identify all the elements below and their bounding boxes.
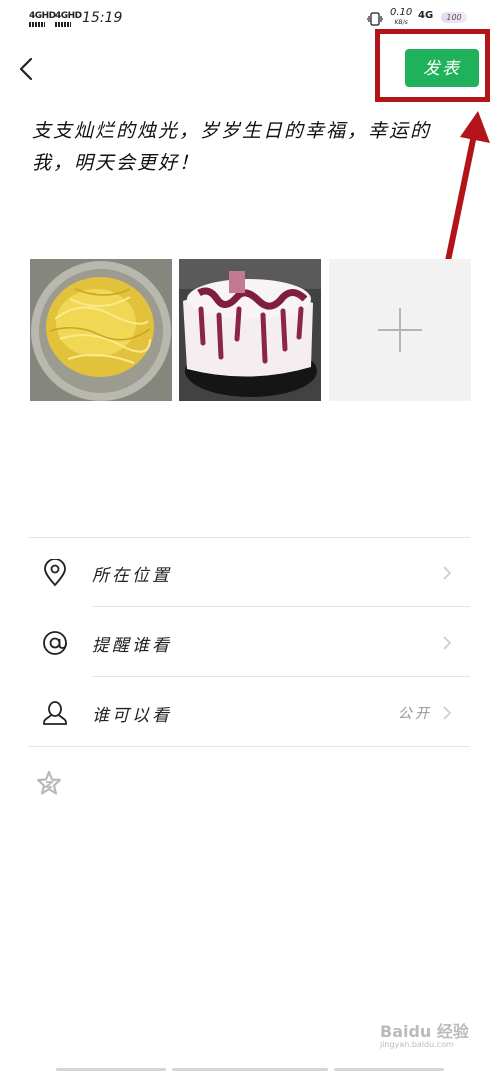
at-sign-icon xyxy=(43,631,67,655)
option-label: 所在位置 xyxy=(92,566,172,586)
signal-label: 4GHD xyxy=(29,11,56,21)
cake-image xyxy=(179,259,321,401)
watermark-url: jingyan.baidu.com xyxy=(380,1040,454,1049)
chevron-right-icon xyxy=(443,636,452,650)
speed-value: 0.10 xyxy=(390,7,413,18)
post-text[interactable]: 支支灿烂的烛光，岁岁生日的幸福，幸运的我，明天会更好！ xyxy=(32,115,452,179)
signal-sim2: 4GHD xyxy=(55,11,82,27)
add-photo-button[interactable] xyxy=(329,259,471,401)
chevron-left-icon[interactable] xyxy=(14,56,40,82)
option-label: 提醒谁看 xyxy=(92,636,172,656)
star-icon[interactable] xyxy=(36,770,62,796)
person-icon xyxy=(43,701,67,725)
option-remind[interactable]: 提醒谁看 xyxy=(30,607,470,677)
option-value: 公开 xyxy=(398,706,432,722)
watermark-brand: Baidu 经验 xyxy=(380,1022,469,1041)
gesture-bar xyxy=(56,1068,444,1072)
status-time: 15:19 xyxy=(82,10,123,26)
signal-sim1: 4GHD xyxy=(29,11,56,27)
option-location[interactable]: 所在位置 xyxy=(30,537,470,607)
plus-icon-vertical xyxy=(399,308,401,352)
option-visibility[interactable]: 谁可以看 公开 xyxy=(30,677,470,747)
battery-indicator: 100 xyxy=(441,12,467,23)
noodles-image xyxy=(30,259,172,401)
signal-label: 4GHD xyxy=(55,11,82,21)
watermark: Baidu 经验 jingyan.baidu.com xyxy=(380,1018,469,1049)
chevron-right-icon xyxy=(443,566,452,580)
option-label: 谁可以看 xyxy=(92,706,172,726)
network-type: 4G xyxy=(418,10,434,21)
photo-cake[interactable] xyxy=(179,259,321,401)
publish-button[interactable]: 发表 xyxy=(405,49,479,87)
chevron-right-icon xyxy=(443,706,452,720)
network-speed: 0.10 KB/s xyxy=(390,8,412,28)
divider xyxy=(28,746,470,747)
photo-noodles[interactable] xyxy=(30,259,172,401)
location-pin-icon xyxy=(44,559,66,587)
vibrate-icon xyxy=(367,12,383,26)
speed-unit: KB/s xyxy=(394,19,408,26)
